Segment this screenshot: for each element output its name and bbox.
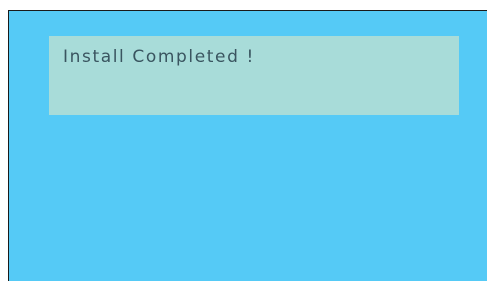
install-status-text: Install Completed ! bbox=[63, 47, 255, 67]
status-message-panel: Install Completed ! bbox=[49, 36, 459, 115]
install-screen: Install Completed ! bbox=[8, 10, 487, 281]
